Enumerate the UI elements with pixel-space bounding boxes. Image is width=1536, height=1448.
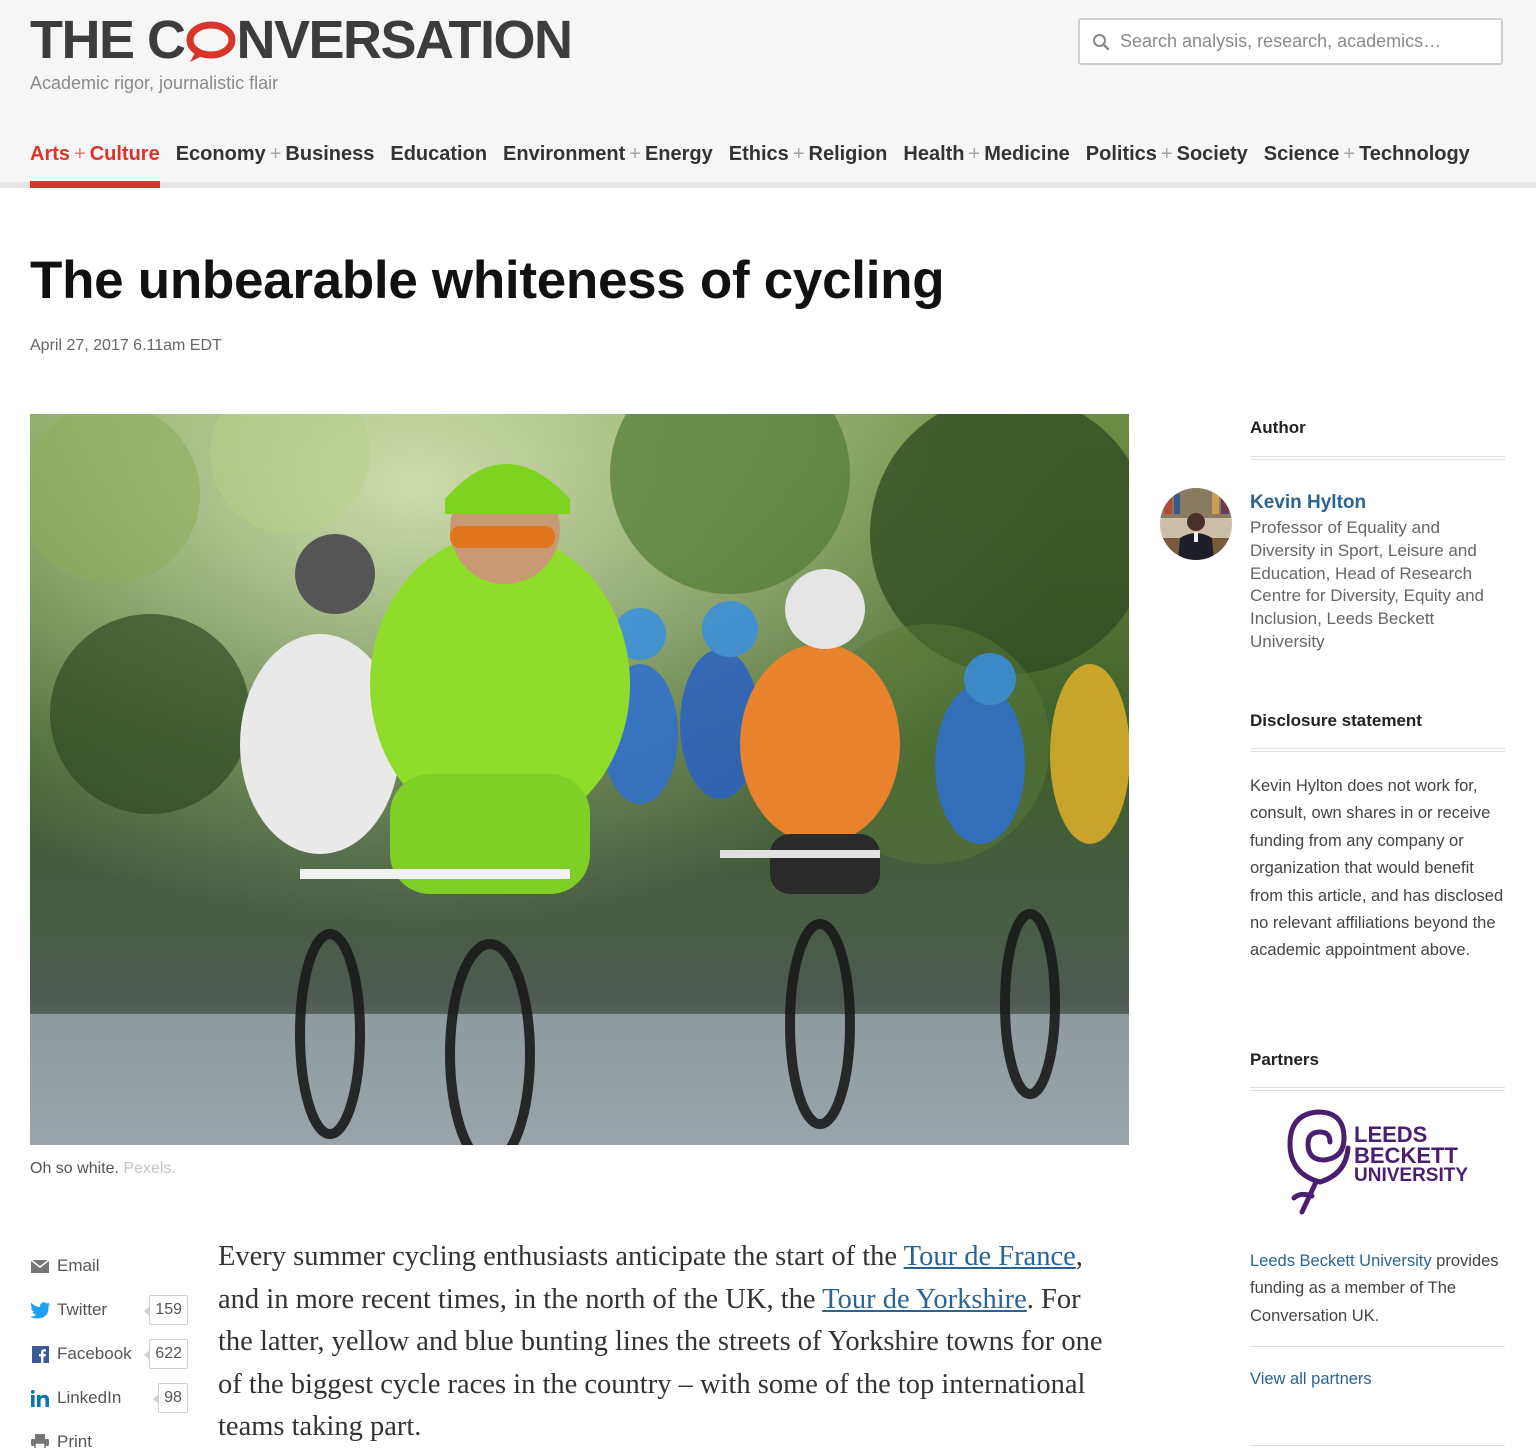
twitter-share-count: 159 xyxy=(144,1295,188,1325)
tour-de-yorkshire-link[interactable]: Tour de Yorkshire xyxy=(822,1284,1027,1315)
author-divider xyxy=(1250,456,1505,460)
nav-label: Science xyxy=(1263,143,1340,165)
section-nav: Arts + Culture Economy + Business Education … xyxy=(30,140,1486,188)
nav-arts-culture[interactable]: Arts + Culture xyxy=(30,140,160,188)
article-paragraph: Every summer cycling enthusiasts anticip… xyxy=(218,1236,1118,1448)
logo-text-left: THE C xyxy=(30,10,186,70)
site-logo[interactable]: THE C NVERSATION xyxy=(30,10,574,70)
partners-heading: Partners xyxy=(1250,1050,1319,1069)
nav-science-technology[interactable]: Science + Technology xyxy=(1264,140,1470,188)
share-email-button[interactable]: Email xyxy=(30,1244,190,1288)
partner-description: Leeds Beckett University provides fundin… xyxy=(1250,1248,1512,1330)
nav-label: Health xyxy=(903,143,965,165)
search-box[interactable] xyxy=(1078,18,1503,65)
author-photo xyxy=(1160,488,1232,560)
share-email-label: Email xyxy=(57,1256,100,1275)
partner-link[interactable]: Leeds Beckett University xyxy=(1250,1252,1432,1270)
leeds-beckett-logo[interactable]: LEEDS BECKETT UNIVERSITY xyxy=(1282,1108,1482,1216)
nav-label: Culture xyxy=(89,143,160,165)
partners-divider xyxy=(1250,1087,1505,1091)
share-linkedin-label: LinkedIn xyxy=(57,1388,122,1407)
nav-label: Technology xyxy=(1359,143,1470,165)
nav-label: Education xyxy=(390,143,488,165)
share-bar: Email Twitter 159 Facebook 622 LinkedIn … xyxy=(30,1244,190,1448)
hero-image[interactable] xyxy=(30,414,1129,1145)
view-all-partners-link[interactable]: View all partners xyxy=(1250,1370,1372,1389)
nav-politics-society[interactable]: Politics + Society xyxy=(1086,140,1248,188)
nav-plus: + xyxy=(792,143,805,165)
nav-label: Ethics xyxy=(728,143,789,165)
share-print-label: Print xyxy=(57,1432,92,1448)
nav-environment-energy[interactable]: Environment + Energy xyxy=(503,140,713,188)
author-role: Professor of Equality and Diversity in S… xyxy=(1250,518,1484,651)
author-heading: Author xyxy=(1250,418,1306,437)
nav-label: Politics xyxy=(1085,143,1157,165)
sidebar-bottom-divider xyxy=(1250,1445,1505,1446)
nav-plus: + xyxy=(74,143,86,165)
caption-credit[interactable]: Pexels. xyxy=(123,1160,175,1177)
logo-text-right: NVERSATION xyxy=(236,10,574,70)
search-icon xyxy=(1090,31,1112,53)
nav-economy-business[interactable]: Economy + Business xyxy=(176,140,375,188)
share-twitter-button[interactable]: Twitter 159 xyxy=(30,1288,190,1332)
nav-plus: + xyxy=(1343,143,1356,165)
linkedin-icon xyxy=(30,1388,50,1408)
share-twitter-label: Twitter xyxy=(57,1300,108,1319)
nav-label: Energy xyxy=(644,143,713,165)
article-date: April 27, 2017 6.11am EDT xyxy=(30,337,222,354)
logo-speech-bubble-icon xyxy=(186,20,236,62)
nav-label: Arts xyxy=(30,143,71,165)
nav-plus: + xyxy=(269,143,282,165)
nav-plus: + xyxy=(1160,143,1173,165)
twitter-bird-icon xyxy=(30,1300,50,1320)
disclosure-statement: Kevin Hylton does not work for, consult,… xyxy=(1250,777,1504,960)
share-facebook-button[interactable]: Facebook 622 xyxy=(30,1332,190,1376)
author-name-link[interactable]: Kevin Hylton xyxy=(1250,492,1366,514)
nav-label: Economy xyxy=(175,143,266,165)
article-title: The unbearable whiteness of cycling xyxy=(30,251,945,310)
body-text-1: Every summer cycling enthusiasts anticip… xyxy=(218,1241,904,1272)
partner-logo-line3: UNIVERSITY xyxy=(1354,1165,1468,1186)
caption-text: Oh so white. xyxy=(30,1160,119,1177)
disclosure-heading: Disclosure statement xyxy=(1250,711,1422,730)
nav-label: Society xyxy=(1176,143,1248,165)
nav-education[interactable]: Education xyxy=(390,140,487,188)
nav-label: Business xyxy=(285,143,375,165)
search-input[interactable] xyxy=(1120,31,1490,52)
nav-label: Religion xyxy=(808,143,888,165)
facebook-icon xyxy=(30,1344,50,1364)
nav-plus: + xyxy=(629,143,641,165)
tour-de-france-link[interactable]: Tour de France xyxy=(904,1241,1076,1272)
share-linkedin-button[interactable]: LinkedIn 98 xyxy=(30,1376,190,1420)
envelope-icon xyxy=(30,1256,50,1276)
share-facebook-label: Facebook xyxy=(57,1344,132,1363)
disclosure-divider xyxy=(1250,748,1505,752)
nav-label: Medicine xyxy=(984,143,1070,165)
facebook-share-count: 622 xyxy=(144,1339,188,1369)
cyclists-photo xyxy=(30,414,1129,1145)
nav-health-medicine[interactable]: Health + Medicine xyxy=(903,140,1069,188)
nav-ethics-religion[interactable]: Ethics + Religion xyxy=(729,140,888,188)
image-caption: Oh so white. Pexels. xyxy=(30,1160,176,1178)
printer-icon xyxy=(30,1432,50,1448)
site-tagline: Academic rigor, journalistic flair xyxy=(30,73,279,93)
nav-plus: + xyxy=(968,143,981,165)
partners-bottom-divider xyxy=(1250,1346,1505,1347)
author-avatar[interactable] xyxy=(1160,488,1232,560)
share-print-button[interactable]: Print xyxy=(30,1420,190,1448)
nav-label: Environment xyxy=(503,143,626,165)
linkedin-share-count: 98 xyxy=(153,1383,188,1413)
site-header: THE C NVERSATION Academic rigor, journali… xyxy=(0,0,1536,188)
